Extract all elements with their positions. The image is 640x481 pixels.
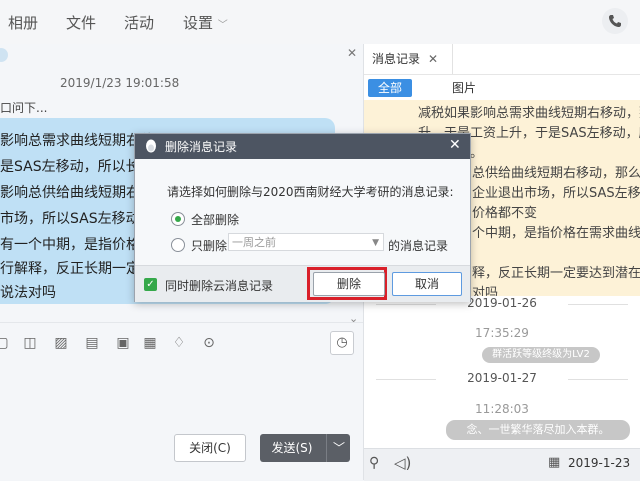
history-line: 价格都不变 <box>472 206 538 221</box>
bubble-line: 影响总供给曲线短期右移 <box>0 185 154 201</box>
image-icon[interactable]: ▨ <box>53 335 69 351</box>
menu-files[interactable]: 文件 <box>66 12 96 33</box>
send-label[interactable]: 发送(S) <box>260 434 324 462</box>
cancel-button[interactable]: 取消 <box>392 272 462 296</box>
delete-button[interactable]: 删除 <box>313 272 385 296</box>
history-line: 释，反正长期一定要达到潜在产 <box>472 266 640 281</box>
emoji-icon[interactable]: ◫ <box>22 335 38 351</box>
history-date[interactable]: 2019-1-23 <box>568 456 630 470</box>
avatar[interactable] <box>0 48 8 62</box>
bubble-line: 影响总需求曲线短期右移 <box>0 133 154 149</box>
system-notice: 念、一世繁华落尽加入本群。 <box>446 420 630 440</box>
period-value: 一周之前 <box>232 236 276 249</box>
gift-box-icon[interactable]: ▤ <box>84 335 100 351</box>
gift-icon[interactable]: ▣ <box>115 335 131 351</box>
option-delete-only-label[interactable]: 只删除 <box>191 237 227 254</box>
message-timestamp: 2019/1/23 19:01:58 <box>60 76 180 90</box>
bubble-line: 说法对吗 <box>0 285 56 301</box>
date-separator: 2019-01-27 <box>467 371 537 385</box>
tab-message-history[interactable]: 消息记录 <box>364 44 453 74</box>
menu-settings[interactable]: 设置 ﹀ <box>183 12 228 33</box>
bubble-line: 行解释，反正长期一定要 <box>0 261 154 277</box>
message-time: 17:35:29 <box>475 326 529 340</box>
history-filter-bar: 全部 图片 <box>364 74 640 101</box>
history-line: 个中期，是指价格在需求曲线 <box>472 226 640 241</box>
more-icon[interactable]: ⊙ <box>201 335 217 351</box>
clock-icon[interactable]: ◷ <box>330 331 354 355</box>
dialog-title: 删除消息记录 <box>165 140 238 154</box>
speaker-icon[interactable]: ◁) <box>394 454 411 472</box>
chevron-down-icon: ▼ <box>372 238 379 248</box>
history-line: 对吗 <box>472 286 499 296</box>
delete-history-dialog: 删除消息记录 ✕ 请选择如何删除与2020西南财经大学考研的消息记录: 全部删除… <box>134 133 471 302</box>
history-line: 总供给曲线短期右移动，那么长 <box>472 166 640 181</box>
chevron-down-icon: ﹀ <box>217 20 228 31</box>
period-select[interactable]: 一周之前 ▼ <box>228 233 384 251</box>
top-menu-bar: 相册 文件 活动 设置 ﹀ <box>0 0 640 45</box>
dialog-footer: ✓ 同时删除云消息记录 删除 取消 <box>135 265 470 302</box>
chevron-down-icon[interactable]: ﹀ <box>326 434 351 462</box>
dialog-title-bar: 删除消息记录 ✕ <box>135 134 470 159</box>
bubble-line: 有一个中期，是指价格在 <box>0 237 154 253</box>
phone-call-icon[interactable] <box>602 8 628 34</box>
cloud-delete-label[interactable]: 同时删除云消息记录 <box>165 277 273 294</box>
menu-activity[interactable]: 活动 <box>124 12 154 33</box>
dialog-question: 请选择如何删除与2020西南财经大学考研的消息记录: <box>167 185 454 199</box>
option-delete-only-suffix: 的消息记录 <box>388 239 449 253</box>
radio-delete-all[interactable] <box>171 212 185 226</box>
cloud-delete-checkbox[interactable]: ✓ <box>144 278 157 291</box>
calendar-icon[interactable]: ▦ <box>142 335 158 351</box>
history-line: 减税如果影响总需求曲线短期右移动，那么长 <box>418 106 640 121</box>
input-toolbar: ▢ ◫ ▨ ▤ ▣ ▦ ♢ ⊙ ◷ <box>0 322 363 363</box>
history-line: 企业退出市场，所以SAS左移动 <box>472 186 640 201</box>
send-button[interactable]: 发送(S) ﹀ <box>260 434 350 462</box>
filter-all-button[interactable]: 全部 <box>368 79 412 97</box>
menu-settings-label: 设置 <box>183 14 214 32</box>
close-icon[interactable]: ✕ <box>347 46 357 60</box>
qq-penguin-icon <box>146 139 156 153</box>
bubble-line: 市场，所以SAS左移动， <box>0 211 154 227</box>
previous-message: 口问下... <box>0 101 48 115</box>
radio-delete-only[interactable] <box>171 238 185 252</box>
close-icon[interactable]: ✕ <box>449 137 461 153</box>
option-delete-all-label[interactable]: 全部删除 <box>191 211 239 228</box>
menu-album[interactable]: 相册 <box>8 12 38 33</box>
message-time: 11:28:03 <box>475 402 529 416</box>
close-icon[interactable]: ✕ <box>428 52 438 66</box>
bell-icon[interactable]: ♢ <box>171 335 187 351</box>
system-notice: 群活跃等级终级为LV2 <box>482 347 600 363</box>
filter-pictures-button[interactable]: 图片 <box>452 79 476 97</box>
close-chat-button[interactable]: 关闭(C) <box>174 434 246 462</box>
search-icon[interactable]: ⚲ <box>369 455 379 471</box>
font-icon[interactable]: ▢ <box>0 335 10 351</box>
bubble-line: 是SAS左移动，所以长期 <box>0 159 154 175</box>
history-footer: ⚲ ◁) ▦ 2019-1-23 <box>364 448 640 481</box>
calendar-icon[interactable]: ▦ <box>548 455 560 470</box>
